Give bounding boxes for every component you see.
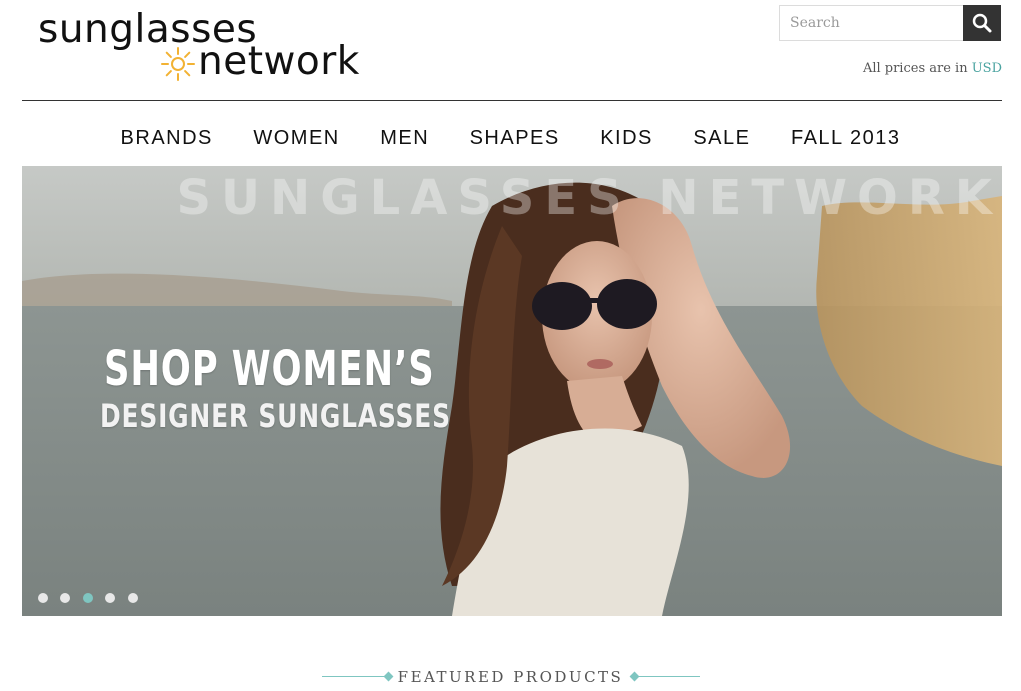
nav-item-brands[interactable]: BRANDS	[121, 124, 213, 152]
slide-dot-4[interactable]	[105, 593, 116, 603]
currency-notice-text: All prices are in	[862, 61, 972, 76]
search-button[interactable]	[963, 5, 1001, 41]
search-form	[779, 5, 1001, 41]
currency-notice: All prices are in USD	[863, 61, 1002, 76]
hero-subheadline: DESIGNER SUNGLASSES	[100, 397, 451, 435]
search-icon	[972, 13, 992, 33]
nav-item-sale[interactable]: SALE	[693, 124, 750, 152]
hero-headline: SHOP WOMEN’S	[104, 341, 435, 397]
hero-watermark: SUNGLASSES NETWORK	[176, 170, 1002, 226]
main-nav: BRANDS WOMEN MEN SHAPES KIDS SALE FALL 2…	[0, 124, 1021, 152]
nav-item-men[interactable]: MEN	[380, 124, 429, 152]
slider-dots	[38, 590, 146, 603]
divider-line-right	[634, 676, 700, 677]
slide-dot-5[interactable]	[127, 593, 138, 603]
featured-products-title: FEATURED PRODUCTS	[397, 668, 624, 686]
sun-icon	[161, 47, 195, 81]
slide-dot-3[interactable]	[82, 593, 93, 603]
logo-text-network: network	[198, 39, 360, 84]
slide-dot-1[interactable]	[38, 593, 48, 603]
featured-products-heading: FEATURED PRODUCTS	[0, 664, 1021, 690]
nav-item-shapes[interactable]: SHAPES	[470, 124, 560, 152]
site-logo[interactable]: sunglasses network	[38, 8, 378, 84]
hero-banner[interactable]: SUNGLASSES NETWORK SHOP WOMEN’S DESIGNER…	[22, 166, 1002, 616]
nav-item-fall-2013[interactable]: FALL 2013	[791, 124, 901, 152]
header-divider	[22, 100, 1002, 101]
nav-item-kids[interactable]: KIDS	[600, 124, 653, 152]
search-input[interactable]	[779, 5, 963, 41]
nav-item-women[interactable]: WOMEN	[253, 124, 339, 152]
slide-dot-2[interactable]	[60, 593, 71, 603]
currency-link[interactable]: USD	[972, 61, 1002, 76]
